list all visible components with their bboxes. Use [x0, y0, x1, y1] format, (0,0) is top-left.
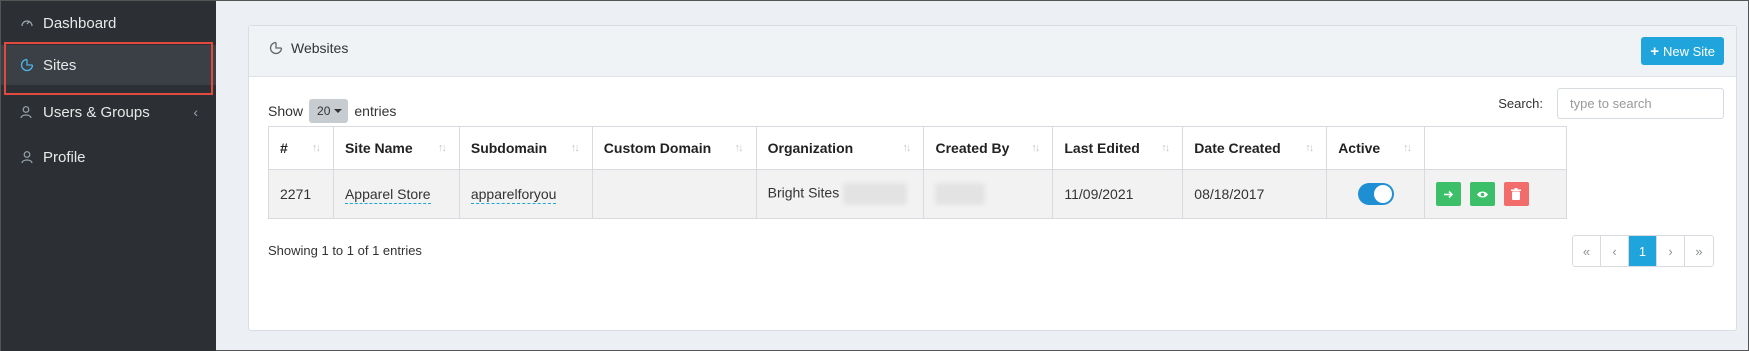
- dashboard-icon: [19, 15, 35, 31]
- sidebar-item-dashboard[interactable]: Dashboard: [1, 1, 216, 45]
- search-label: Search:: [1498, 96, 1543, 111]
- users-icon: [19, 104, 35, 120]
- cell-site-name: Apparel Store: [332, 169, 460, 219]
- panel-header: Websites + New Site: [249, 26, 1736, 77]
- cell-organization: Bright Sites: [755, 169, 925, 219]
- pager-last-button[interactable]: »: [1685, 236, 1713, 266]
- search-input[interactable]: [1557, 88, 1724, 119]
- cell-actions: [1424, 169, 1567, 219]
- panel-title-text: Websites: [291, 40, 349, 56]
- cell-last-edited: 11/09/2021: [1052, 169, 1184, 219]
- pagination: « ‹ 1 › »: [1572, 235, 1714, 267]
- organization-text: Bright Sites: [767, 184, 840, 201]
- cell-active: [1326, 169, 1426, 219]
- table-row: 2271 Apparel Store apparelforyou Bright …: [268, 169, 1567, 219]
- sort-icon: ↑↓: [437, 142, 447, 154]
- trash-icon: [1511, 188, 1522, 200]
- cell-id: 2271: [268, 169, 334, 219]
- sites-icon: [269, 41, 283, 55]
- sidebar-item-profile[interactable]: Profile: [1, 135, 216, 179]
- table-header-row: # ↑↓ Site Name ↑↓ Subdomain ↑↓ Custom Domai…: [268, 126, 1567, 170]
- sort-icon: ↑↓: [734, 142, 744, 154]
- sidebar: Dashboard Sites Users & Groups ‹ Profile: [1, 1, 216, 351]
- sort-icon: ↑↓: [1031, 142, 1040, 154]
- panel-title: Websites: [269, 40, 348, 56]
- sort-icon: ↑↓: [311, 142, 321, 154]
- sidebar-item-users-groups[interactable]: Users & Groups ‹: [1, 90, 216, 134]
- table-info: Showing 1 to 1 of 1 entries: [268, 243, 422, 258]
- active-toggle[interactable]: [1357, 183, 1394, 205]
- sort-icon: ↑↓: [902, 142, 911, 154]
- sort-icon: ↑↓: [570, 142, 580, 154]
- cell-subdomain: apparelforyou: [458, 169, 593, 219]
- page-length-value: 20: [317, 104, 331, 118]
- entries-label: entries: [354, 103, 397, 119]
- sidebar-item-label: Profile: [43, 148, 86, 166]
- sort-icon: ↑↓: [1161, 142, 1170, 154]
- column-header-actions: [1424, 126, 1567, 170]
- column-header-active[interactable]: Active ↑↓: [1326, 126, 1426, 170]
- plus-icon: +: [1650, 42, 1659, 60]
- search-control: Search:: [1498, 88, 1724, 119]
- pager-next-button[interactable]: ›: [1657, 236, 1685, 266]
- pager-page-1[interactable]: 1: [1629, 236, 1657, 266]
- pager-prev-button[interactable]: ‹: [1601, 236, 1629, 266]
- sort-icon: ↑↓: [1305, 142, 1314, 154]
- chevron-left-icon: ‹: [193, 104, 198, 120]
- redacted-text: [935, 183, 986, 205]
- websites-panel: Websites + New Site Show 20 entries Sear…: [248, 25, 1737, 331]
- column-header-subdomain[interactable]: Subdomain ↑↓: [458, 126, 593, 170]
- column-header-id[interactable]: # ↑↓: [268, 126, 334, 170]
- sidebar-item-label: Dashboard: [43, 14, 117, 32]
- arrow-right-icon: [1444, 190, 1454, 198]
- caret-down-icon: [334, 109, 343, 113]
- redacted-text: [843, 183, 908, 205]
- page-length-select[interactable]: 20: [309, 99, 349, 123]
- column-header-date-created[interactable]: Date Created ↑↓: [1182, 126, 1328, 170]
- pager-first-button[interactable]: «: [1573, 236, 1601, 266]
- cell-custom-domain: [591, 169, 757, 219]
- selection-highlight: [4, 42, 213, 95]
- column-header-site-name[interactable]: Site Name ↑↓: [332, 126, 460, 170]
- show-label: Show: [268, 103, 304, 119]
- eye-icon: [1477, 191, 1488, 197]
- sidebar-item-label: Users & Groups: [43, 103, 150, 121]
- site-name-link[interactable]: Apparel Store: [344, 186, 431, 204]
- sites-table: # ↑↓ Site Name ↑↓ Subdomain ↑↓ Custom Domai…: [268, 126, 1567, 219]
- column-header-created-by[interactable]: Created By ↑↓: [923, 126, 1054, 170]
- page-length-control: Show 20 entries: [268, 99, 396, 123]
- subdomain-link[interactable]: apparelforyou: [470, 186, 557, 204]
- column-header-custom-domain[interactable]: Custom Domain ↑↓: [591, 126, 757, 170]
- view-site-button[interactable]: [1470, 182, 1495, 206]
- column-header-last-edited[interactable]: Last Edited ↑↓: [1052, 126, 1184, 170]
- open-site-button[interactable]: [1436, 182, 1462, 206]
- profile-icon: [19, 149, 35, 165]
- sort-icon: ↑↓: [1403, 142, 1412, 154]
- cell-created-by: [923, 169, 1054, 219]
- new-site-label: New Site: [1662, 43, 1715, 59]
- new-site-button[interactable]: + New Site: [1641, 37, 1724, 65]
- delete-site-button[interactable]: [1503, 182, 1529, 206]
- cell-date-created: 08/18/2017: [1182, 169, 1328, 219]
- column-header-organization[interactable]: Organization ↑↓: [755, 126, 925, 170]
